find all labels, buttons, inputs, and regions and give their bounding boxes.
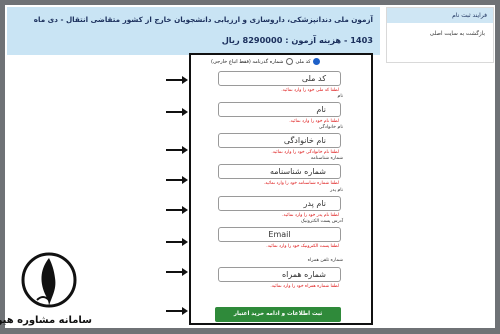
exam-fee: 1403 - هزینه آزمون : 8290000 ریال [221, 35, 373, 45]
email-hint: لطفا پست الکترونیک خود را وارد نمائید. [266, 244, 339, 249]
first-name-input[interactable]: نام [218, 102, 341, 117]
first-name-label: نام [337, 94, 343, 99]
sidebar-heading: فرایند ثبت نام [387, 8, 493, 23]
birth-cert-hint: لطفا شماره شناسنامه خود را وارد نمائید. [263, 181, 339, 186]
registration-form: کد ملی شماره گذرنامه (فقط اتباع خارجی) ک… [189, 53, 373, 325]
exam-title: آزمون ملی دندانپزشکی، داروسازی و ارزیابی… [33, 15, 373, 24]
arrow-to-first-name-icon [166, 108, 188, 116]
exam-header-banner: آزمون ملی دندانپزشکی، داروسازی و ارزیابی… [7, 7, 380, 55]
father-name-hint: لطفا نام پدر خود را وارد نمائید. [282, 213, 339, 218]
registration-sidebar: فرایند ثبت نام بازگشت به سایت اصلی [386, 7, 494, 63]
father-name-label: نام پدر [330, 188, 343, 193]
arrow-to-father-name-icon [166, 206, 188, 214]
national-id-hint: لطفا کد ملی خود را وارد نمائید. [281, 88, 339, 93]
mobile-hint: لطفا شماره همراه خود را وارد نمائید. [270, 284, 339, 289]
birth-cert-label: شماره شناسنامه [310, 156, 343, 161]
national-id-input[interactable]: کد ملی [218, 71, 341, 86]
submit-and-buy-credit-button[interactable]: ثبت اطلاعات و ادامه خرید اعتبار [215, 307, 341, 322]
radio-national-id[interactable] [313, 58, 321, 65]
arrow-to-email-icon [166, 238, 188, 246]
browser-page: آزمون ملی دندانپزشکی، داروسازی و ارزیابی… [0, 5, 495, 328]
hiva-logo-text: سامانه مشاوره هیوا [0, 315, 92, 326]
last-name-label: نام خانوادگی [318, 125, 343, 130]
last-name-hint: لطفا نام خانوادگی خود را وارد نمائید. [271, 150, 339, 155]
radio-national-id-label: کد ملی [295, 59, 311, 65]
id-type-selector: کد ملی شماره گذرنامه (فقط اتباع خارجی) [211, 58, 321, 65]
radio-passport[interactable] [285, 58, 293, 65]
email-input[interactable]: Email [218, 227, 341, 242]
arrow-to-last-name-icon [166, 146, 188, 154]
father-name-input[interactable]: نام پدر [218, 196, 341, 211]
birth-cert-input[interactable]: شماره شناسنامه [218, 164, 341, 179]
radio-passport-label: شماره گذرنامه (فقط اتباع خارجی) [211, 59, 284, 65]
back-to-main-site-link[interactable]: بازگشت به سایت اصلی [387, 23, 493, 39]
mobile-input[interactable]: شماره همراه [218, 267, 341, 282]
arrow-to-birth-cert-icon [166, 176, 188, 184]
last-name-input[interactable]: نام خانوادگی [218, 133, 341, 148]
arrow-to-submit-icon [166, 307, 188, 315]
arrow-to-national-id-icon [166, 76, 188, 84]
arrow-to-mobile-icon [166, 268, 188, 276]
email-label: آدرس پست الکترونیک [300, 219, 343, 224]
first-name-hint: لطفا نام خود را وارد نمائید. [289, 119, 339, 124]
mobile-label: شماره تلفن همراه [307, 258, 343, 263]
